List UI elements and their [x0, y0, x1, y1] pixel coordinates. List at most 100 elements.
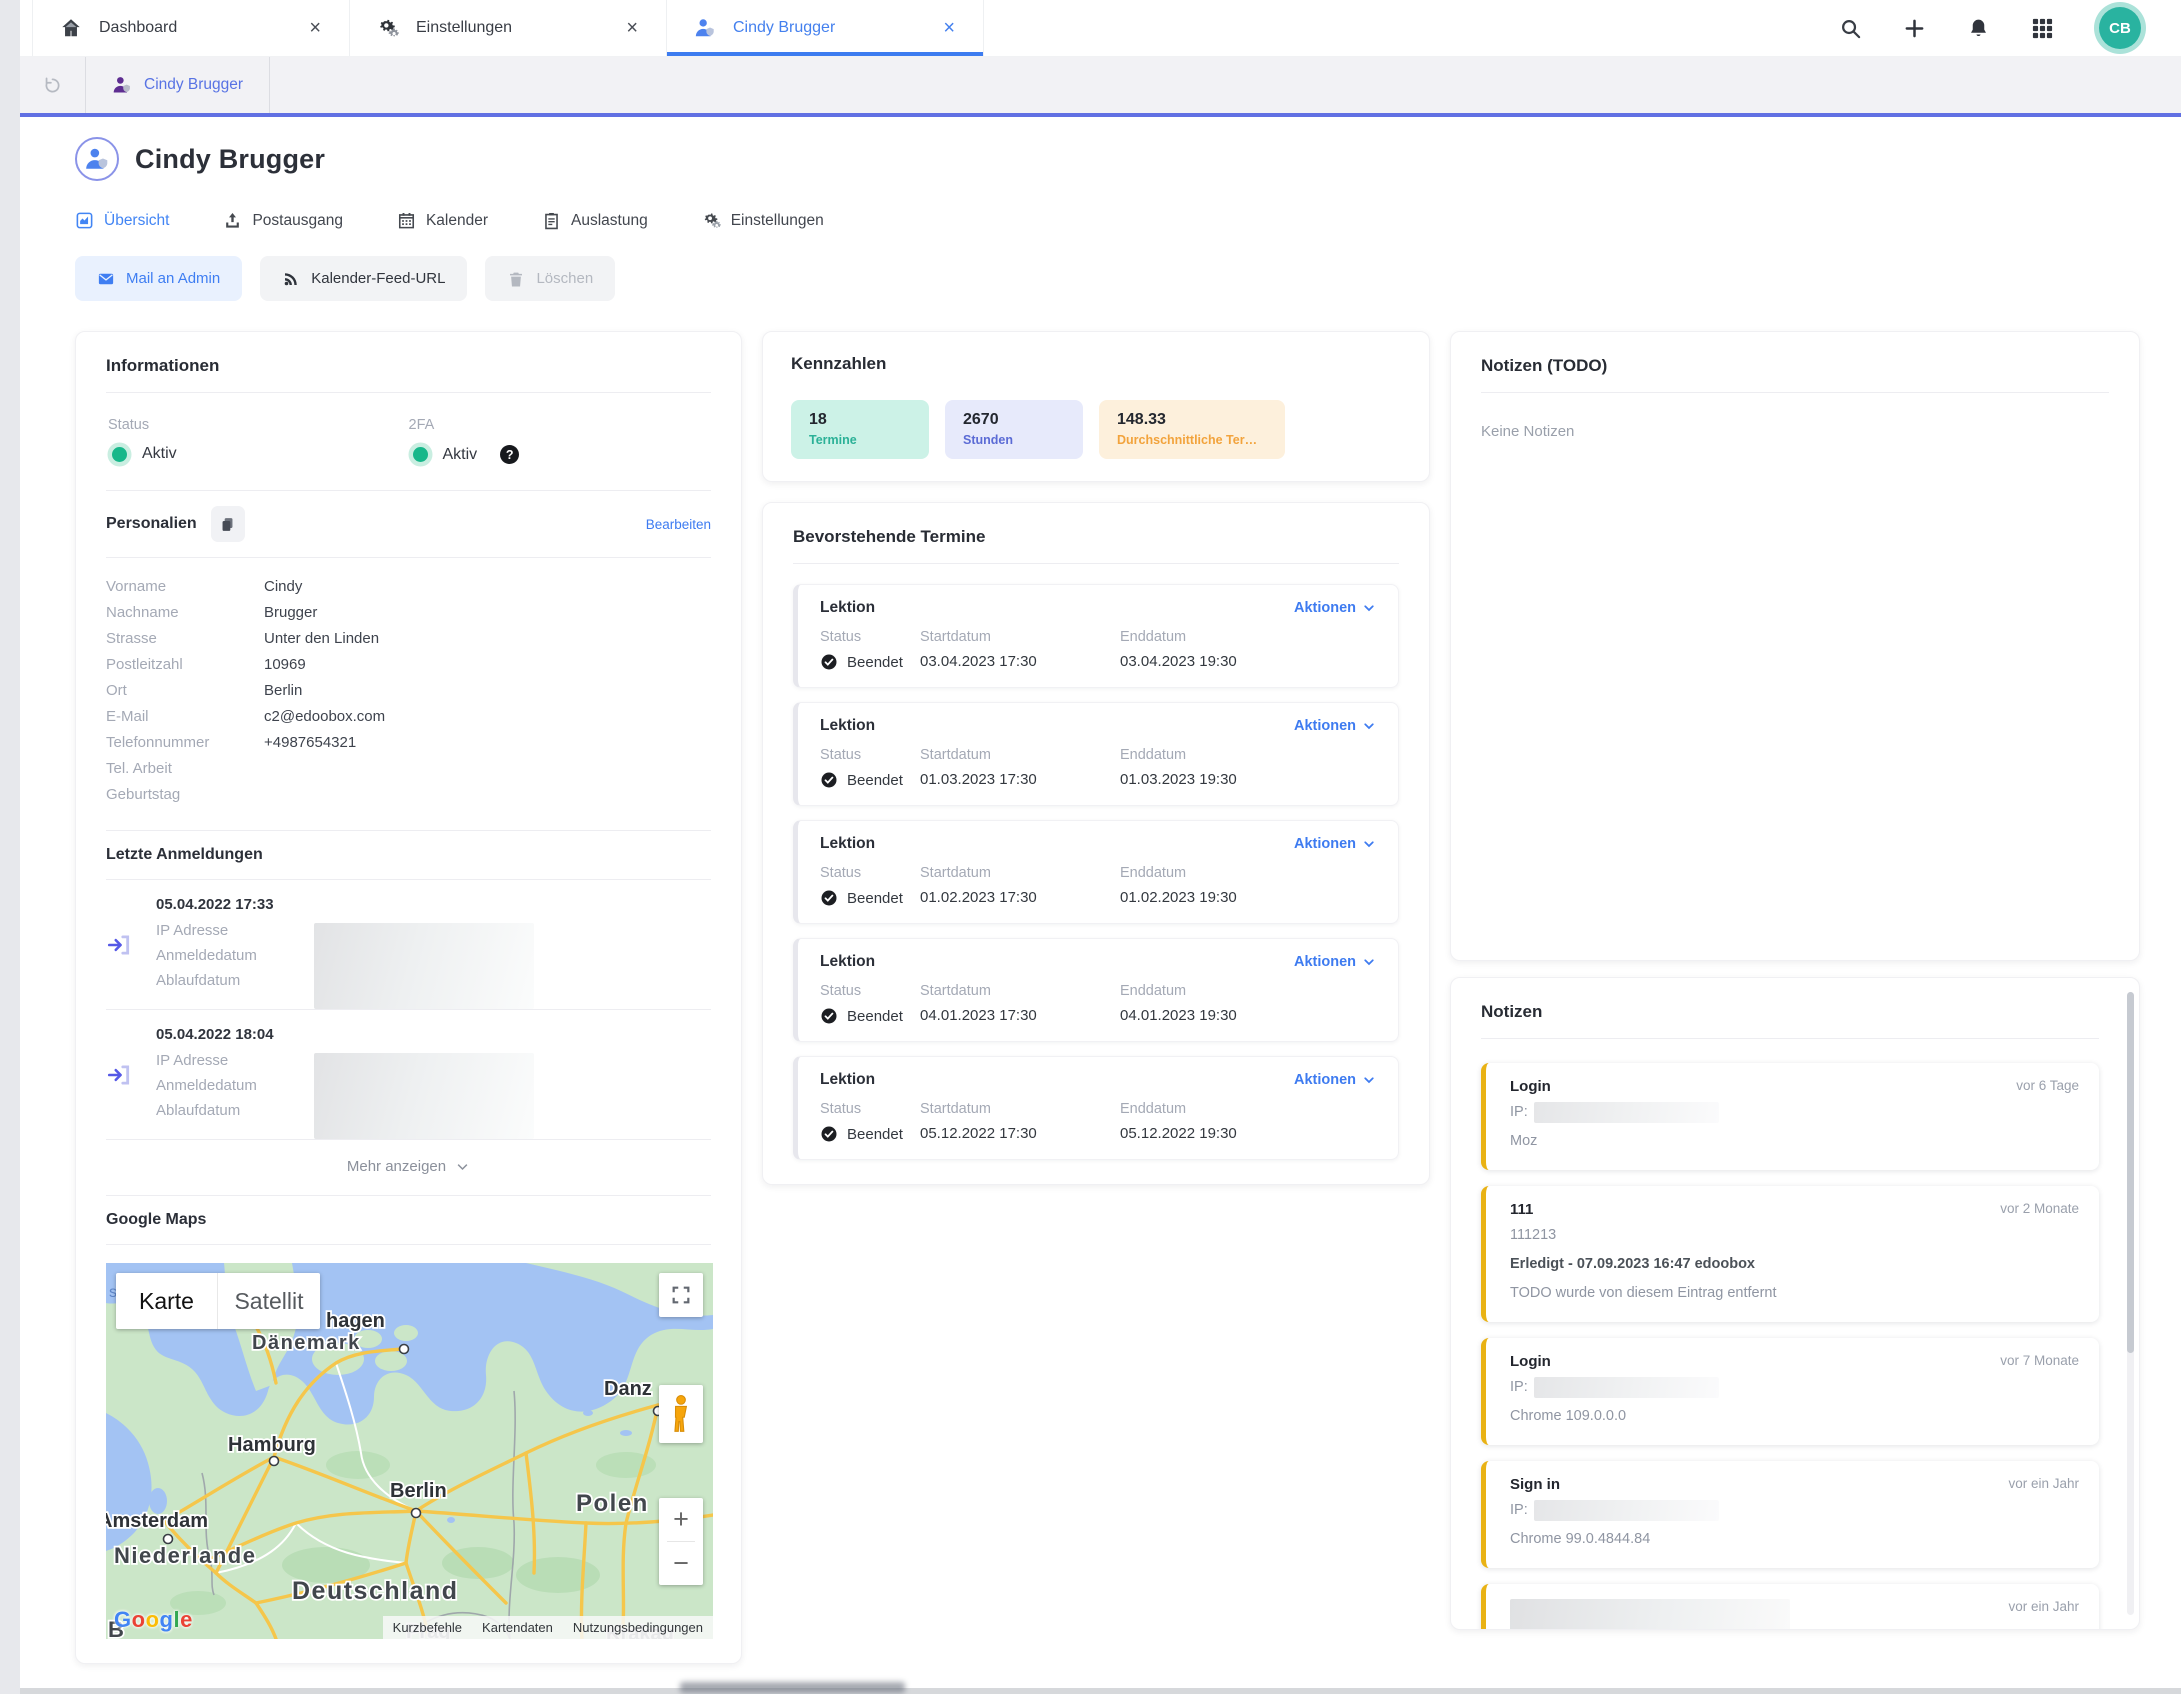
- tab-auslastung[interactable]: Auslastung: [542, 211, 648, 230]
- aktionen-dropdown[interactable]: Aktionen: [1294, 718, 1376, 734]
- termin-col-label: Startdatum: [920, 983, 1120, 999]
- mehr-anzeigen-label: Mehr anzeigen: [347, 1158, 446, 1175]
- tab-postausgang[interactable]: Postausgang: [223, 211, 343, 230]
- map-label-berlin: Berlin: [390, 1480, 447, 1502]
- twofa-active-dot: [413, 447, 428, 462]
- close-icon[interactable]: ×: [941, 17, 957, 40]
- termin-col-label: Status: [820, 747, 920, 763]
- kalender-feed-url-button[interactable]: Kalender-Feed-URL: [260, 256, 467, 301]
- termin-col: Enddatum04.01.2023 19:30: [1120, 983, 1237, 1025]
- status-text: Beendet: [847, 890, 903, 907]
- google-map[interactable]: seeDänemarkhagenHamburgBerlinAmsterdamNi…: [106, 1263, 713, 1639]
- termine-list: LektionAktionenStatusBeendetStartdatum03…: [793, 584, 1399, 1160]
- aktionen-label: Aktionen: [1294, 836, 1356, 852]
- note-time: vor ein Jahr: [2008, 1599, 2079, 1614]
- redacted-value: [314, 1053, 534, 1139]
- aktionen-dropdown[interactable]: Aktionen: [1294, 600, 1376, 616]
- open-tabs: Dashboard×Einstellungen×Cindy Brugger×: [20, 0, 984, 56]
- termin-columns: StatusBeendetStartdatum01.03.2023 17:30E…: [820, 747, 1376, 789]
- person-shield-icon: [112, 75, 132, 95]
- map-attribution-link-kartendaten[interactable]: Kartendaten: [472, 1620, 563, 1635]
- termin-col-label: Startdatum: [920, 1101, 1120, 1117]
- map-attribution-link-kurzbefehle[interactable]: Kurzbefehle: [383, 1620, 472, 1635]
- scrollbar-thumb[interactable]: [2127, 992, 2134, 1353]
- subtab-cindy-brugger[interactable]: Cindy Brugger: [86, 57, 270, 113]
- löschen-button[interactable]: Löschen: [485, 256, 615, 301]
- termin-title: Lektion: [820, 599, 875, 617]
- tab-kalender[interactable]: Kalender: [397, 211, 488, 230]
- note-title: 111: [1510, 1201, 1533, 1218]
- map-satellit-button[interactable]: Satellit: [218, 1273, 320, 1329]
- tab-einstellungen[interactable]: Einstellungen: [702, 211, 824, 230]
- aktionen-dropdown[interactable]: Aktionen: [1294, 954, 1376, 970]
- browser-tab-cindy-brugger[interactable]: Cindy Brugger×: [666, 0, 984, 56]
- login-entry: 05.04.2022 18:04IP AdresseAnmeldedatumAb…: [106, 1010, 711, 1140]
- map-karte-button[interactable]: Karte: [116, 1273, 218, 1329]
- maps-title: Google Maps: [106, 1211, 206, 1229]
- zoom-in-icon[interactable]: +: [659, 1498, 703, 1541]
- check-circle-icon: [820, 653, 838, 671]
- note-line-text: TODO wurde von diesem Eintrag entfernt: [1510, 1282, 1777, 1305]
- close-icon[interactable]: ×: [307, 17, 323, 40]
- termin-start-value: 05.12.2022 17:30: [920, 1125, 1120, 1142]
- anmeldungen-title: Letzte Anmeldungen: [106, 846, 263, 864]
- notifications-icon[interactable]: [1965, 15, 1991, 41]
- check-circle-icon: [820, 1125, 838, 1143]
- field-strasse: StrasseUnter den Linden: [106, 626, 711, 652]
- termin-col-label: Enddatum: [1120, 1101, 1237, 1117]
- trash-icon: [507, 270, 525, 288]
- tab-label: Übersicht: [104, 212, 169, 230]
- status-label: Status: [108, 417, 409, 433]
- field-value: Cindy: [264, 574, 302, 600]
- calendar-icon: [397, 211, 416, 230]
- termin-start-value: 04.01.2023 17:30: [920, 1007, 1120, 1024]
- note-line-text: Chrome 99.0.4844.84: [1510, 1528, 1650, 1551]
- zoom-out-icon[interactable]: −: [659, 1542, 703, 1585]
- termin-head: LektionAktionen: [820, 953, 1376, 971]
- note-entry: Loginvor 7 MonateIP:Chrome 109.0.0.0: [1481, 1338, 2099, 1445]
- aktionen-label: Aktionen: [1294, 718, 1356, 734]
- copy-button[interactable]: [211, 506, 245, 542]
- termin-columns: StatusBeendetStartdatum03.04.2023 17:30E…: [820, 629, 1376, 671]
- map-attribution-link-nutzungsbedingungen[interactable]: Nutzungsbedingungen: [563, 1620, 713, 1635]
- browser-tab-einstellungen[interactable]: Einstellungen×: [349, 0, 667, 56]
- stat-value: 18: [809, 411, 911, 429]
- profile-avatar-icon: [75, 137, 119, 181]
- personalien-header: Personalien Bearbeiten: [106, 490, 711, 558]
- history-icon[interactable]: [20, 57, 86, 113]
- aktionen-dropdown[interactable]: Aktionen: [1294, 836, 1376, 852]
- termin-col: Startdatum01.02.2023 17:30: [920, 865, 1120, 907]
- termin-col: Enddatum03.04.2023 19:30: [1120, 629, 1237, 671]
- scrollbar[interactable]: [2127, 992, 2134, 1615]
- search-icon[interactable]: [1837, 15, 1863, 41]
- right-column: Notizen (TODO) Keine Notizen Notizen Log…: [1450, 331, 2140, 1630]
- fullscreen-icon[interactable]: [659, 1273, 703, 1317]
- pegman-icon[interactable]: [659, 1385, 703, 1443]
- note-line-text: IP:: [1510, 1376, 1528, 1399]
- keine-notizen-text: Keine Notizen: [1481, 423, 2109, 440]
- mail-an-admin-button[interactable]: Mail an Admin: [75, 256, 242, 301]
- aktionen-dropdown[interactable]: Aktionen: [1294, 1072, 1376, 1088]
- notes-list: Loginvor 6 TageIP:Moz111vor 2 Monate1112…: [1481, 1063, 2099, 1630]
- field-value: +4987654321: [264, 730, 356, 756]
- stat-tiles: 18Termine2670Stunden148.33Durchschnittli…: [791, 400, 1401, 459]
- termin-col: Enddatum01.02.2023 19:30: [1120, 865, 1237, 907]
- middle-column: Kennzahlen 18Termine2670Stunden148.33Dur…: [762, 331, 1430, 1185]
- termin-col-label: Status: [820, 865, 920, 881]
- map-label-polen: Polen: [576, 1490, 649, 1517]
- help-icon[interactable]: ?: [500, 445, 519, 464]
- close-icon[interactable]: ×: [624, 17, 640, 40]
- mehr-anzeigen-link[interactable]: Mehr anzeigen: [106, 1140, 711, 1195]
- stat-durchschnittliche-termind: 148.33Durchschnittliche Termind...: [1099, 400, 1285, 459]
- termin-col: Startdatum 05.12.2022 17:30: [920, 1101, 1120, 1143]
- add-icon[interactable]: [1901, 15, 1927, 41]
- apps-icon[interactable]: [2029, 15, 2055, 41]
- note-line-text: IP:: [1510, 1499, 1528, 1522]
- tab-übersicht[interactable]: Übersicht: [75, 211, 169, 230]
- termin-col: Startdatum 04.01.2023 17:30: [920, 983, 1120, 1025]
- user-avatar[interactable]: CB: [2099, 7, 2141, 49]
- bearbeiten-link[interactable]: Bearbeiten: [646, 517, 711, 532]
- card-title-kennzahlen: Kennzahlen: [791, 354, 1401, 384]
- browser-tab-dashboard[interactable]: Dashboard×: [32, 0, 350, 56]
- profile-tabs: Übersicht Postausgang Kalender Auslastung Ei…: [75, 211, 2140, 230]
